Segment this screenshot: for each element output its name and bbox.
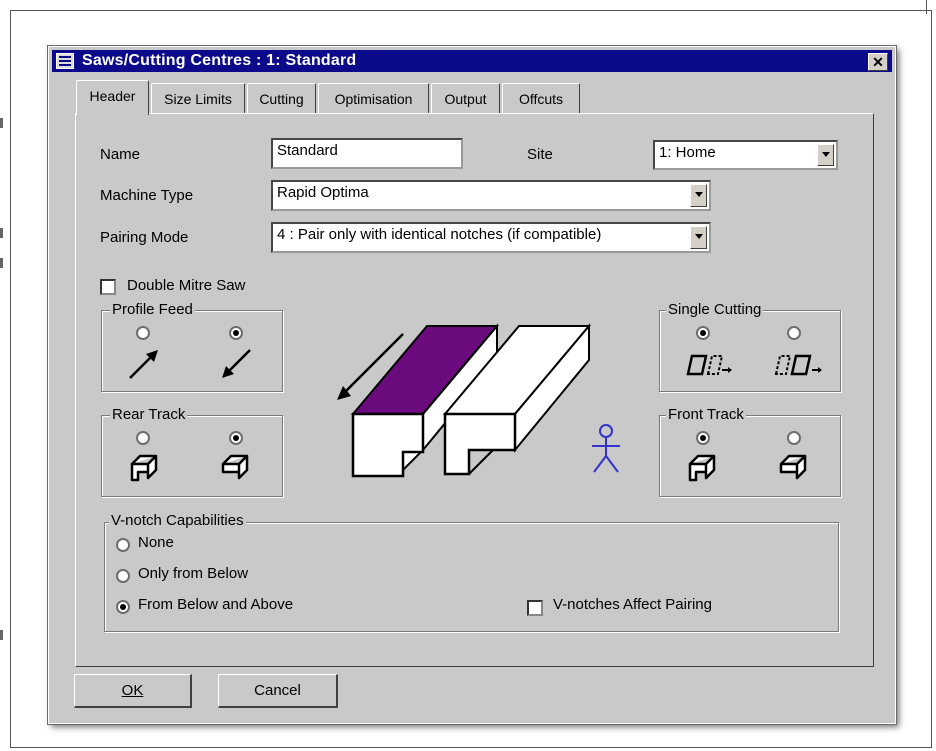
margin-mark [926, 0, 927, 14]
margin-mark [0, 228, 3, 238]
tab-optimisation[interactable]: Optimisation [318, 83, 429, 114]
rear-track-left-profile-icon [130, 454, 158, 482]
rear-track-option-2[interactable] [229, 431, 243, 445]
margin-mark [0, 630, 3, 640]
header-tab-panel: Name Standard Site 1: Home Machine Type … [75, 113, 874, 667]
close-icon: ✕ [872, 54, 884, 70]
pairing-mode-value: 4 : Pair only with identical notches (if… [277, 226, 602, 243]
vnotch-option-none[interactable] [116, 538, 130, 552]
front-track-option-2[interactable] [787, 431, 801, 445]
margin-mark [0, 118, 3, 128]
site-select[interactable]: 1: Home [653, 140, 838, 170]
site-select-value: 1: Home [659, 144, 716, 161]
single-cutting-option-2[interactable] [787, 326, 801, 340]
window-title: Saws/Cutting Centres : 1: Standard [82, 52, 357, 69]
vnotch-label: V-notch Capabilities [109, 512, 246, 529]
single-cutting-label: Single Cutting [666, 301, 764, 318]
profile-feed-option-2[interactable] [229, 326, 243, 340]
chevron-down-icon[interactable] [690, 226, 707, 249]
vnotch-affect-pairing-label: V-notches Affect Pairing [553, 596, 712, 613]
feed-up-right-arrow-icon [129, 350, 158, 379]
front-track-label: Front Track [666, 406, 746, 423]
vnotch-option-below-label: Only from Below [138, 565, 249, 582]
tab-offcuts[interactable]: Offcuts [502, 83, 580, 114]
pairing-mode-select[interactable]: 4 : Pair only with identical notches (if… [271, 222, 711, 253]
saws-dialog: Saws/Cutting Centres : 1: Standard ✕ Hea… [47, 45, 897, 725]
site-label: Site [527, 146, 553, 163]
single-cut-left-icon [686, 354, 732, 376]
saw-profile-illustration [337, 323, 592, 478]
close-button[interactable]: ✕ [868, 53, 888, 71]
tab-output[interactable]: Output [431, 83, 500, 114]
operator-figure-icon [592, 424, 620, 473]
chevron-down-icon[interactable] [690, 184, 707, 207]
front-track-left-profile-icon [688, 454, 716, 482]
tab-header[interactable]: Header [76, 80, 149, 115]
window-menu-icon[interactable] [56, 53, 74, 69]
rear-track-label: Rear Track [110, 406, 188, 423]
ok-button-label: OK [121, 682, 144, 699]
profile-feed-option-1[interactable] [136, 326, 150, 340]
name-field[interactable]: Standard [271, 138, 463, 169]
rear-track-right-profile-icon [221, 454, 249, 480]
profile-feed-label: Profile Feed [110, 301, 195, 318]
tab-cutting[interactable]: Cutting [247, 83, 316, 114]
machine-type-label: Machine Type [100, 187, 194, 204]
front-track-option-1[interactable] [696, 431, 710, 445]
vnotch-affect-pairing-checkbox[interactable] [527, 600, 543, 616]
vnotch-option-below-above-label: From Below and Above [138, 596, 294, 613]
margin-mark [0, 258, 3, 268]
machine-type-select[interactable]: Rapid Optima [271, 180, 711, 211]
chevron-down-icon[interactable] [817, 144, 834, 166]
vnotch-option-below[interactable] [116, 569, 130, 583]
title-bar[interactable]: Saws/Cutting Centres : 1: Standard ✕ [52, 50, 892, 72]
name-label: Name [100, 146, 141, 163]
rear-track-option-1[interactable] [136, 431, 150, 445]
vnotch-option-below-above[interactable] [116, 600, 130, 614]
double-mitre-label: Double Mitre Saw [127, 277, 246, 294]
front-track-right-profile-icon [779, 454, 807, 480]
tab-size-limits[interactable]: Size Limits [151, 83, 245, 114]
cancel-button[interactable]: Cancel [218, 674, 338, 708]
ok-button[interactable]: OK [74, 674, 192, 708]
feed-down-left-arrow-icon [222, 349, 251, 378]
vnotch-option-none-label: None [138, 534, 174, 551]
single-cutting-option-1[interactable] [696, 326, 710, 340]
double-mitre-checkbox[interactable] [100, 279, 116, 295]
single-cut-right-icon [774, 354, 822, 376]
machine-type-value: Rapid Optima [277, 184, 369, 201]
pairing-mode-label: Pairing Mode [100, 229, 189, 246]
